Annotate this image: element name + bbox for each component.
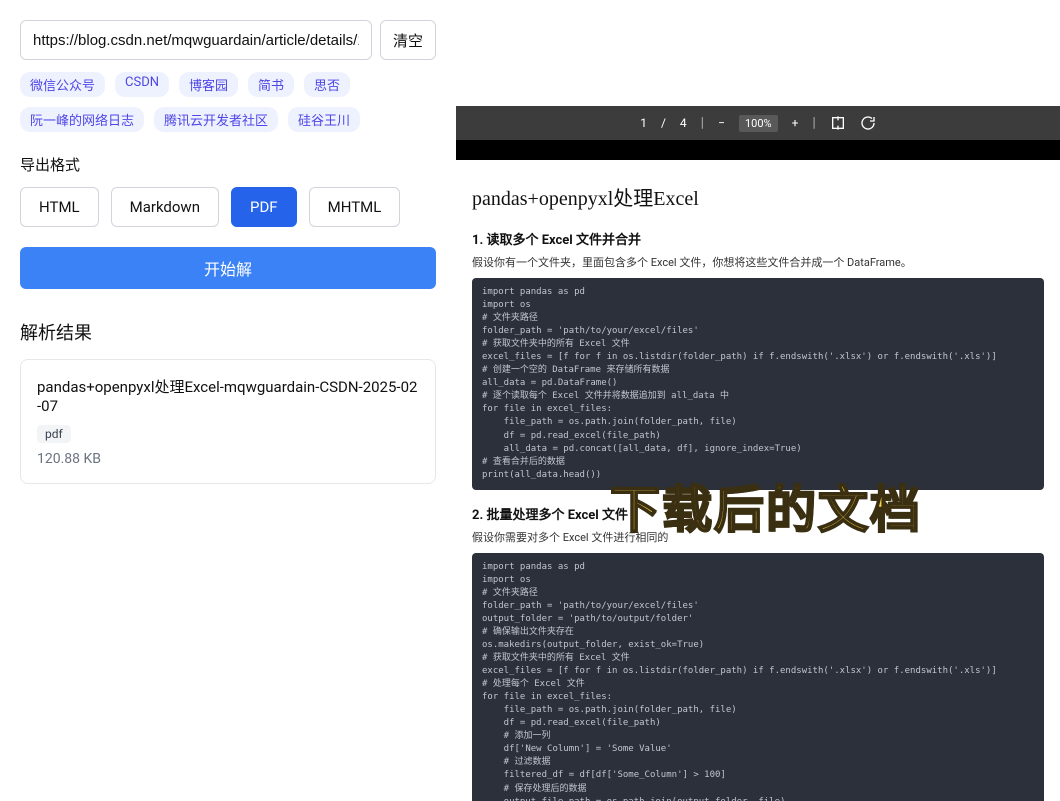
tag-svwang[interactable]: 硅谷王川 [288, 107, 360, 132]
clear-button[interactable]: 清空 [380, 20, 436, 60]
toolbar-divider-2: | [812, 115, 815, 131]
format-mhtml-button[interactable]: MHTML [309, 187, 401, 227]
format-pdf-button[interactable]: PDF [231, 187, 297, 227]
doc-section1-paragraph: 假设你有一个文件夹，里面包含多个 Excel 文件，你想将这些文件合并成一个 D… [472, 254, 1044, 270]
page-current[interactable]: 1 [640, 116, 647, 130]
url-input[interactable] [20, 20, 372, 60]
doc-section1-heading: 1. 读取多个 Excel 文件并合并 [472, 229, 1044, 248]
result-card[interactable]: pandas+openpyxl处理Excel-mqwguardain-CSDN-… [20, 359, 436, 484]
export-format-label: 导出格式 [20, 154, 436, 175]
result-title: pandas+openpyxl处理Excel-mqwguardain-CSDN-… [37, 376, 419, 415]
tag-sifou[interactable]: 思否 [304, 72, 350, 97]
tag-jianshu[interactable]: 简书 [248, 72, 294, 97]
results-label: 解析结果 [20, 319, 436, 345]
format-row: HTML Markdown PDF MHTML [20, 187, 436, 227]
zoom-out-icon[interactable]: − [718, 116, 725, 130]
doc-title: pandas+openpyxl处理Excel [472, 182, 1044, 211]
result-badge: pdf [37, 425, 71, 443]
pdf-toolbar: 1 / 4 | − 100% + | [456, 106, 1060, 140]
rotate-icon[interactable] [860, 115, 876, 131]
pdf-viewer-panel: 1 / 4 | − 100% + | pandas+openpyxl处理Exce… [456, 0, 1060, 801]
format-markdown-button[interactable]: Markdown [111, 187, 219, 227]
start-button[interactable]: 开始解 [20, 247, 436, 289]
viewer-black-strip [456, 140, 1060, 160]
page-total: 4 [680, 116, 687, 130]
tag-tencentcloud[interactable]: 腾讯云开发者社区 [154, 107, 278, 132]
left-panel: 清空 微信公众号 CSDN 博客园 简书 思否 阮一峰的网络日志 腾讯云开发者社… [0, 0, 456, 801]
pdf-document[interactable]: pandas+openpyxl处理Excel 1. 读取多个 Excel 文件并… [456, 170, 1060, 801]
tag-csdn[interactable]: CSDN [115, 72, 169, 97]
tag-ruanyifeng[interactable]: 阮一峰的网络日志 [20, 107, 144, 132]
format-html-button[interactable]: HTML [20, 187, 99, 227]
url-row: 清空 [20, 20, 436, 60]
tag-cnblogs[interactable]: 博客园 [179, 72, 238, 97]
doc-section2-heading: 2. 批量处理多个 Excel 文件 [472, 504, 1044, 523]
zoom-in-icon[interactable]: + [792, 116, 799, 130]
result-size: 120.88 KB [37, 451, 419, 467]
zoom-level[interactable]: 100% [739, 115, 778, 132]
page-sep: / [661, 116, 666, 130]
doc-section2-paragraph: 假设你需要对多个 Excel 文件进行相同的 [472, 529, 1044, 545]
doc-code-block-2: import pandas as pd import os # 文件夹路径 fo… [472, 553, 1044, 801]
tag-row: 微信公众号 CSDN 博客园 简书 思否 阮一峰的网络日志 腾讯云开发者社区 硅… [20, 72, 436, 132]
tag-wechat[interactable]: 微信公众号 [20, 72, 105, 97]
toolbar-divider: | [701, 115, 704, 131]
doc-code-block-1: import pandas as pd import os # 文件夹路径 fo… [472, 278, 1044, 490]
fit-page-icon[interactable] [830, 115, 846, 131]
